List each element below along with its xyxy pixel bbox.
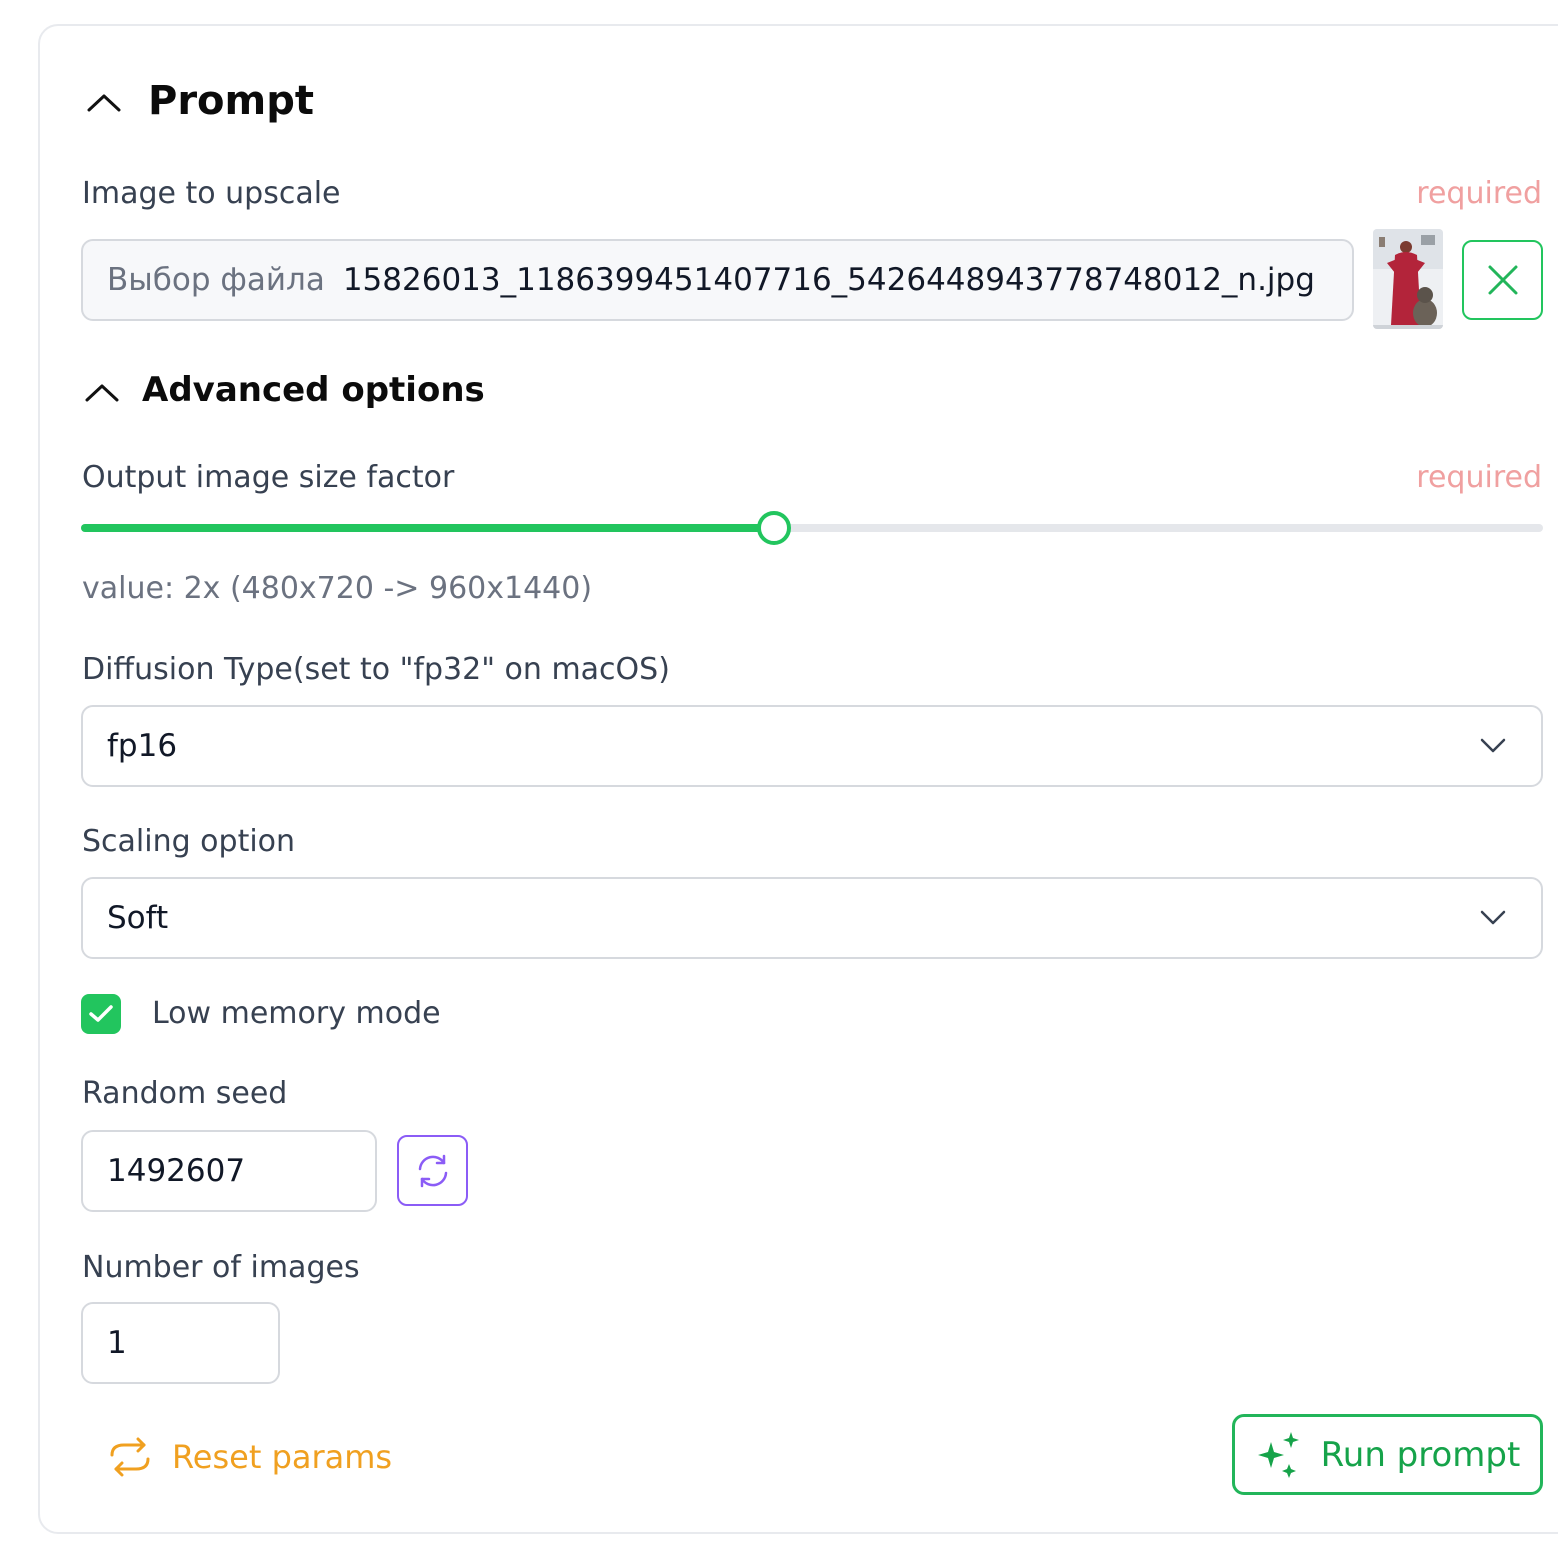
run-prompt-label: Run prompt (1320, 1434, 1521, 1475)
low-memory-label[interactable]: Low memory mode (152, 996, 441, 1031)
slider-thumb[interactable] (756, 511, 791, 545)
advanced-collapse-toggle[interactable] (84, 382, 120, 406)
num-images-label: Number of images (82, 1250, 360, 1285)
advanced-section-title: Advanced options (142, 370, 485, 410)
randomize-seed-button[interactable] (397, 1135, 468, 1206)
size-factor-slider[interactable] (81, 510, 1543, 546)
prompt-collapse-toggle[interactable] (86, 92, 122, 116)
num-images-input[interactable]: 1 (81, 1302, 280, 1384)
image-thumbnail (1373, 229, 1443, 329)
scaling-option-label: Scaling option (82, 824, 296, 859)
required-badge: required (1416, 176, 1542, 211)
size-factor-value: value: 2x (480x720 -> 960x1440) (82, 571, 593, 606)
file-input[interactable]: Выбор файла 15826013_1186399451407716_54… (81, 239, 1354, 321)
num-images-value: 1 (107, 1325, 127, 1361)
selected-value: fp16 (107, 728, 178, 764)
scaling-option-select[interactable]: Soft (81, 877, 1543, 959)
reset-params-label: Reset params (172, 1438, 393, 1476)
reset-icon (110, 1437, 150, 1477)
chevron-up-icon (85, 384, 119, 402)
chevron-down-icon (1480, 738, 1506, 753)
chevron-down-icon (1480, 910, 1506, 925)
required-badge: required (1416, 460, 1542, 495)
image-field-label: Image to upscale (82, 176, 341, 211)
run-prompt-button[interactable]: Run prompt (1232, 1414, 1543, 1495)
selected-filename: 15826013_1186399451407716_54264489437787… (342, 262, 1315, 298)
chevron-up-icon (87, 94, 121, 112)
sparkles-icon (1257, 1431, 1299, 1478)
close-icon (1488, 265, 1517, 295)
slider-fill (81, 524, 774, 532)
low-memory-checkbox[interactable] (81, 994, 121, 1034)
uploaded-image-preview (1373, 229, 1443, 329)
choose-file-button[interactable]: Выбор файла (107, 262, 325, 298)
checkmark-icon (89, 1005, 113, 1022)
clear-image-button[interactable] (1462, 240, 1543, 320)
seed-value: 1492607 (107, 1153, 246, 1189)
random-seed-label: Random seed (82, 1076, 288, 1111)
reset-params-button[interactable]: Reset params (106, 1430, 392, 1484)
prompt-section-title: Prompt (148, 78, 314, 124)
size-factor-label: Output image size factor (82, 460, 455, 495)
random-seed-input[interactable]: 1492607 (81, 1130, 377, 1212)
selected-value: Soft (107, 900, 169, 936)
refresh-icon (418, 1154, 447, 1187)
diffusion-type-label: Diffusion Type(set to "fp32" on macOS) (82, 652, 670, 687)
diffusion-type-select[interactable]: fp16 (81, 705, 1543, 787)
